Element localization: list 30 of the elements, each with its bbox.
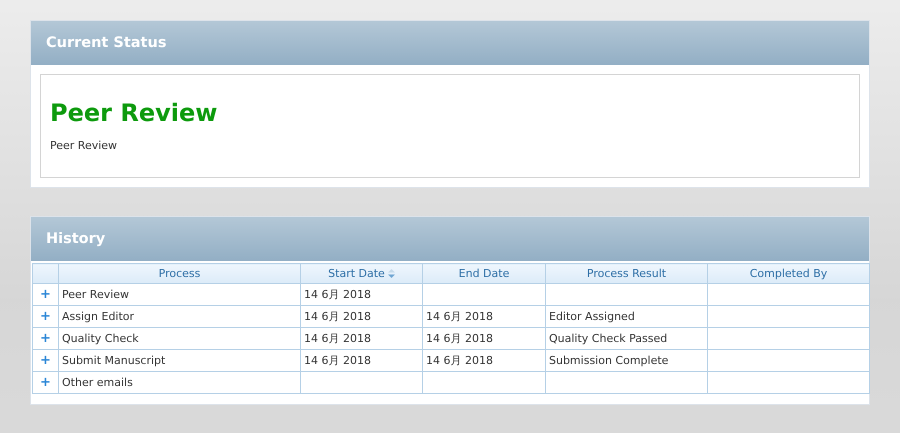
table-cell: Editor Assigned bbox=[546, 306, 708, 328]
expand-toggle[interactable]: + bbox=[32, 350, 58, 372]
status-description: Peer Review bbox=[50, 139, 118, 152]
expand-toggle[interactable]: + bbox=[32, 328, 58, 350]
column-header[interactable]: Completed By bbox=[708, 264, 870, 284]
column-header[interactable]: Process bbox=[58, 264, 300, 284]
column-header[interactable]: End Date bbox=[422, 264, 546, 284]
panel-title: History bbox=[31, 217, 869, 261]
column-header[interactable]: Start Date bbox=[300, 264, 422, 284]
table-cell: Quality Check Passed bbox=[546, 328, 708, 350]
status-heading: Peer Review bbox=[50, 99, 218, 127]
table-cell: 14 6月 2018 bbox=[422, 328, 546, 350]
table-cell: 14 6月 2018 bbox=[300, 306, 422, 328]
table-cell: 14 6月 2018 bbox=[300, 284, 422, 306]
expand-toggle[interactable]: + bbox=[32, 284, 58, 306]
column-header[interactable]: Process Result bbox=[546, 264, 708, 284]
sort-icon bbox=[388, 269, 395, 278]
expand-toggle[interactable]: + bbox=[32, 372, 58, 394]
table-cell: Submit Manuscript bbox=[58, 350, 300, 372]
expand-toggle[interactable]: + bbox=[32, 306, 58, 328]
panel-title: Current Status bbox=[31, 21, 869, 65]
table-cell: Peer Review bbox=[58, 284, 300, 306]
table-cell: 14 6月 2018 bbox=[422, 350, 546, 372]
table-cell: Assign Editor bbox=[58, 306, 300, 328]
table-cell: Quality Check bbox=[58, 328, 300, 350]
table-cell: 14 6月 2018 bbox=[422, 306, 546, 328]
table-cell: 14 6月 2018 bbox=[300, 328, 422, 350]
table-cell: Other emails bbox=[58, 372, 300, 394]
table-cell: 14 6月 2018 bbox=[300, 350, 422, 372]
table-cell: Submission Complete bbox=[546, 350, 708, 372]
